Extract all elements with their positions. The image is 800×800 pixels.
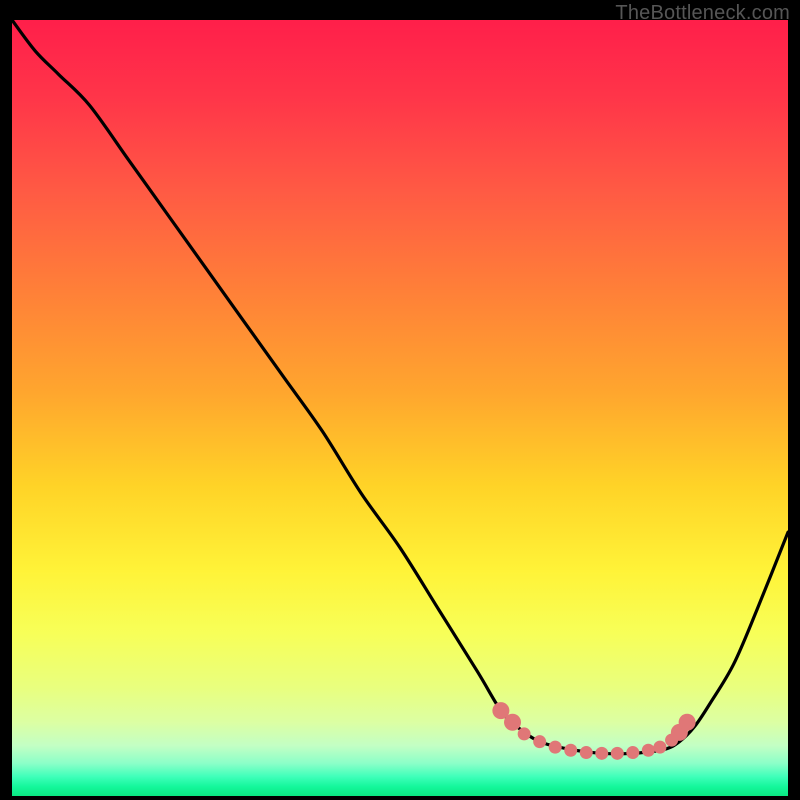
optimal-dot [549, 741, 562, 754]
optimal-dot [611, 747, 624, 760]
optimal-dot [642, 744, 655, 757]
plot-background [12, 20, 788, 796]
optimal-dot [533, 735, 546, 748]
optimal-dot [679, 714, 696, 731]
chart-stage: TheBottleneck.com [0, 0, 800, 800]
optimal-dot [580, 746, 593, 759]
optimal-dot [626, 746, 639, 759]
plot-frame [12, 20, 788, 796]
optimal-dot [504, 714, 521, 731]
optimal-dot [518, 727, 531, 740]
chart-svg [12, 20, 788, 796]
optimal-dot [595, 747, 608, 760]
optimal-dot [653, 741, 666, 754]
optimal-dot [564, 744, 577, 757]
